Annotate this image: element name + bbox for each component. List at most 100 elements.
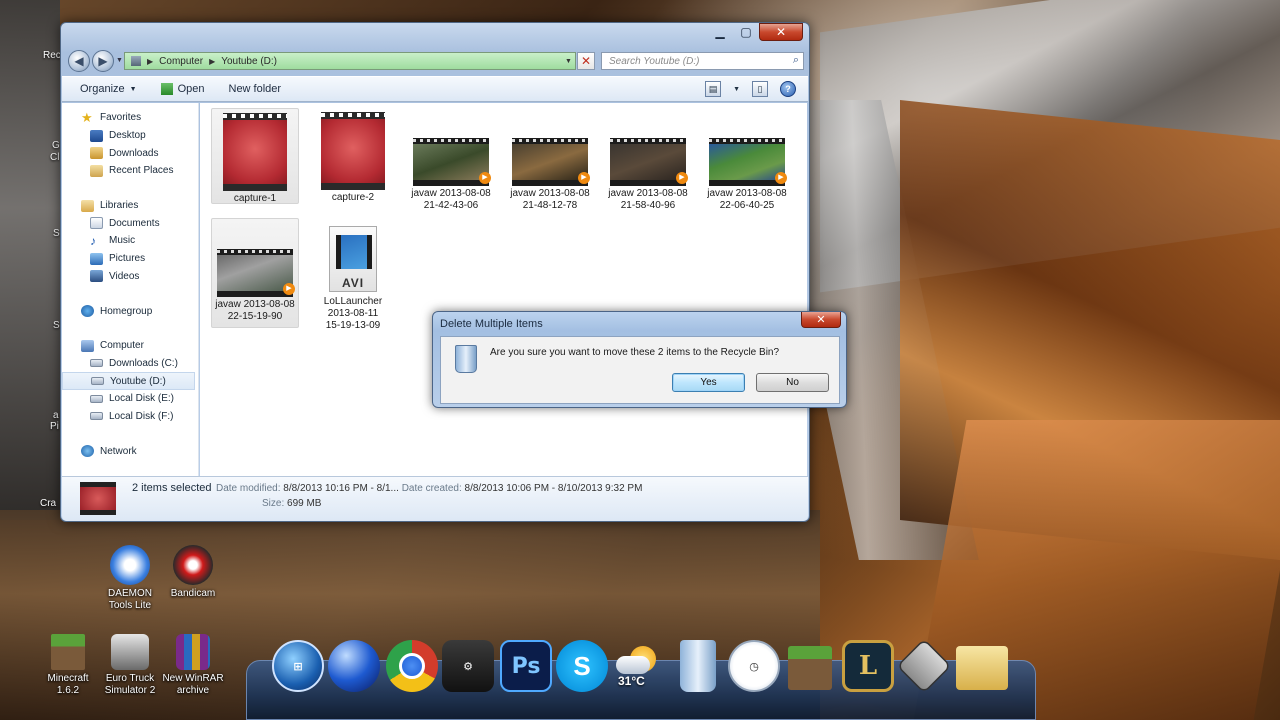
euro-truck-icon (111, 634, 149, 670)
nav-label: Libraries (100, 200, 139, 212)
desktop-icon-bandicam[interactable]: Bandicam (158, 545, 228, 600)
dock-recycle-bin[interactable] (680, 640, 716, 692)
view-options-dropdown[interactable]: ▼ (733, 86, 740, 93)
search-placeholder: Search Youtube (D:) (609, 55, 700, 67)
nav-item-drive-f[interactable]: Local Disk (F:) (62, 408, 198, 426)
video-thumbnail (709, 138, 787, 186)
nav-item-favorites[interactable]: ★ Favorites (62, 109, 198, 127)
forward-button[interactable]: ▶ (92, 50, 114, 72)
desktop-edge-label[interactable]: Cra (40, 498, 56, 509)
nav-item-recent-places[interactable]: Recent Places (62, 162, 198, 180)
preview-pane-button[interactable]: ▯ (752, 81, 768, 97)
dock-folder[interactable] (956, 646, 1008, 690)
address-bar[interactable]: ▶ Computer ▶ Youtube (D:) (124, 52, 576, 70)
dock-globe-app[interactable] (328, 640, 380, 692)
recent-pages-dropdown[interactable]: ▼ (116, 57, 123, 64)
steam-icon: ⚙ (463, 660, 473, 673)
file-item[interactable]: capture-1 (211, 108, 299, 204)
desktop-edge-label[interactable]: S (53, 228, 60, 239)
dialog-close-button[interactable]: ✕ (801, 312, 841, 328)
nav-item-network[interactable]: Network (62, 442, 198, 460)
back-button[interactable]: ◀ (68, 50, 90, 72)
open-button[interactable]: Open (160, 83, 205, 95)
dock-minecraft[interactable] (788, 646, 832, 690)
desktop-edge-label[interactable]: a (53, 410, 59, 421)
start-button[interactable]: ⊞ (272, 640, 324, 692)
yes-button[interactable]: Yes (672, 373, 745, 392)
desktop-icon-euro-truck[interactable]: Euro Truck Simulator 2 (95, 634, 165, 697)
nav-item-pictures[interactable]: Pictures (62, 250, 198, 268)
file-item[interactable]: javaw 2013-08-08 22-06-40-25 (703, 108, 791, 218)
search-input[interactable]: Search Youtube (D:) ⌕ (601, 52, 804, 70)
size-label: Size: (262, 498, 285, 509)
desktop-icon-minecraft[interactable]: Minecraft 1.6.2 (33, 634, 103, 697)
new-folder-label: New folder (228, 83, 282, 95)
search-icon[interactable]: ⌕ (793, 54, 799, 67)
nav-label: Favorites (100, 112, 142, 124)
dock-steam[interactable]: ⚙ (442, 640, 494, 692)
desktop-edge-label[interactable]: Cl (50, 152, 59, 163)
command-bar: Organize ▼ Open New folder ▤ ▼ ▯ ? (62, 76, 808, 102)
no-button[interactable]: No (756, 373, 829, 392)
nav-item-desktop[interactable]: Desktop (62, 127, 198, 145)
file-name: 22-06-40-25 (719, 200, 775, 211)
nav-item-downloads[interactable]: Downloads (62, 144, 198, 162)
file-item[interactable]: javaw 2013-08-08 22-15-19-90 (211, 218, 299, 328)
desktop-edge-label[interactable]: S (53, 320, 60, 331)
nav-item-libraries[interactable]: Libraries (62, 197, 198, 215)
help-button[interactable]: ? (780, 81, 796, 97)
address-stop-button[interactable]: ✕ (577, 52, 595, 70)
desktop-icon-label: New WinRAR (162, 673, 224, 684)
window-controls: ▁ ▢ ✕ (707, 23, 803, 41)
dock-league-of-legends[interactable]: L (842, 640, 894, 692)
file-item[interactable]: javaw 2013-08-08 21-58-40-96 (604, 108, 692, 218)
dock-skype[interactable]: S (556, 640, 608, 692)
nav-item-homegroup[interactable]: Homegroup (62, 302, 198, 320)
file-name: 21-42-43-06 (423, 200, 479, 211)
file-item[interactable]: javaw 2013-08-08 21-48-12-78 (506, 108, 594, 218)
open-label: Open (177, 83, 205, 95)
nav-item-music[interactable]: ♪ Music (62, 232, 198, 250)
file-item[interactable]: javaw 2013-08-08 21-42-43-06 (407, 108, 495, 218)
close-button[interactable]: ✕ (759, 23, 803, 41)
desktop-edge-label[interactable]: G (52, 140, 60, 151)
network-icon (81, 445, 94, 458)
nav-item-drive-d[interactable]: Youtube (D:) (62, 372, 195, 390)
video-thumbnail (610, 138, 688, 186)
maximize-button[interactable]: ▢ (733, 23, 759, 41)
minimize-button[interactable]: ▁ (707, 23, 733, 41)
nav-label: Videos (109, 270, 140, 282)
breadcrumb-computer[interactable]: Computer (159, 56, 203, 67)
close-icon: ✕ (580, 54, 592, 68)
dock-chrome[interactable] (386, 640, 438, 692)
windows-logo-icon: ⊞ (293, 660, 303, 673)
nav-label: Documents (109, 217, 160, 229)
nav-item-computer[interactable]: Computer (62, 337, 198, 355)
selection-thumbnail (80, 482, 116, 515)
dock-photoshop[interactable]: Ps (500, 640, 552, 692)
organize-button[interactable]: Organize ▼ (80, 83, 137, 95)
breadcrumb-drive[interactable]: Youtube (D:) (221, 56, 277, 67)
desktop-edge-label[interactable]: Rec (43, 50, 61, 61)
dock-weather[interactable]: 31°C (612, 640, 664, 692)
new-folder-button[interactable]: New folder (229, 83, 282, 95)
file-name: 22-15-19-90 (227, 311, 283, 322)
desktop-icon-label: Euro Truck (105, 673, 155, 684)
nav-item-drive-c[interactable]: Downloads (C:) (62, 355, 198, 373)
nav-label: Youtube (D:) (110, 375, 166, 387)
navigation-pane: ★ Favorites Desktop Downloads Recent Plac… (62, 103, 199, 476)
address-dropdown-button[interactable]: ▼ (561, 52, 576, 70)
drive-icon (91, 377, 104, 386)
nav-item-drive-e[interactable]: Local Disk (E:) (62, 390, 198, 408)
nav-item-videos[interactable]: Videos (62, 268, 198, 286)
dock-clock[interactable]: ◷ (728, 640, 780, 692)
size-info: Size: 699 MB (262, 498, 321, 509)
file-item[interactable]: capture-2 (309, 108, 397, 204)
file-item[interactable]: AVI LoLLauncher 2013-08-11 15-19-13-09 (309, 218, 397, 348)
desktop-icon-daemon-tools[interactable]: DAEMON Tools Lite (95, 545, 165, 612)
nav-item-documents[interactable]: Documents (62, 214, 198, 232)
desktop-icon-winrar[interactable]: New WinRAR archive (158, 634, 228, 697)
video-thumbnail (512, 138, 590, 186)
change-view-button[interactable]: ▤ (705, 81, 722, 97)
desktop-edge-label[interactable]: Pi (50, 421, 59, 432)
